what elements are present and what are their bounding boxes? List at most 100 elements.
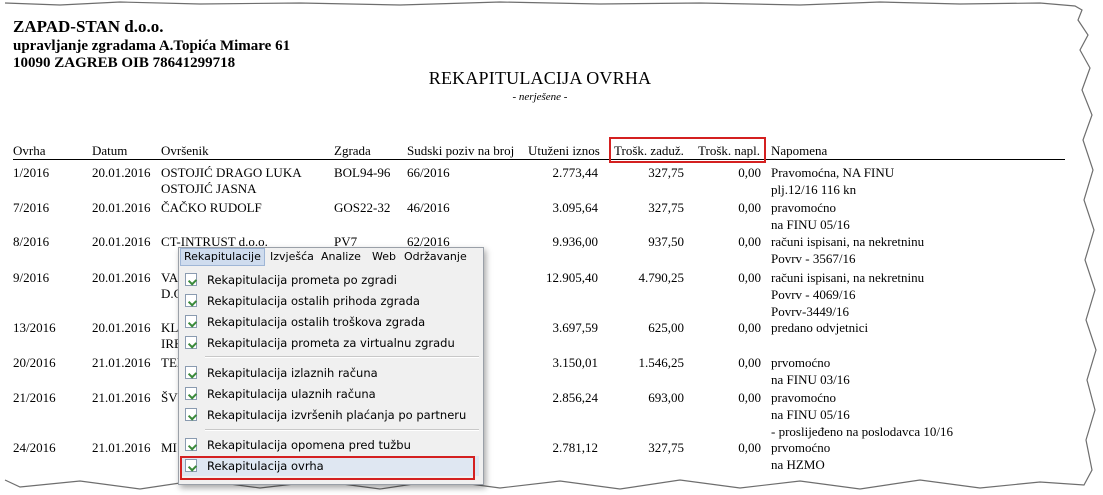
menu-item-group1-1[interactable]: Rekapitulacija ostalih prihoda zgrada xyxy=(181,291,479,311)
cell-datum: 21.01.2016 xyxy=(92,440,151,455)
cell-trosk-zaduz: 327,75 xyxy=(648,440,684,455)
col-sudski-poziv: Sudski poziv na broj xyxy=(407,143,515,158)
menu-item-group1-0[interactable]: Rekapitulacija prometa po zgradi xyxy=(181,270,479,290)
cell-datum: 20.01.2016 xyxy=(92,320,151,335)
cell-iznos: 12.905,40 xyxy=(546,270,598,285)
document-check-icon xyxy=(185,315,197,328)
menu-odrzavanje[interactable]: Održavanje xyxy=(401,249,470,265)
document-check-icon xyxy=(185,408,197,421)
menu-item-label: Rekapitulacija ostalih troškova zgrada xyxy=(207,315,426,329)
cell-ovrsenik: KL xyxy=(161,320,179,335)
cell-trosk-napl: 0,00 xyxy=(738,390,761,405)
cell-napomena: - proslijeđeno na poslodavca 10/16 xyxy=(771,424,953,439)
cell-ovrha: 20/2016 xyxy=(13,355,56,370)
cell-ovrsenik: VA xyxy=(161,270,179,285)
menu-item-group1-3[interactable]: Rekapitulacija prometa za virtualnu zgra… xyxy=(181,333,479,353)
cell-ovrsenik: OSTOJIĆ DRAGO LUKA xyxy=(161,165,302,180)
header-rule xyxy=(13,159,1065,160)
cell-trosk-napl: 0,00 xyxy=(738,320,761,335)
cell-napomena: Povrv-3449/16 xyxy=(771,304,849,319)
cell-datum: 20.01.2016 xyxy=(92,234,151,249)
cell-datum: 20.01.2016 xyxy=(92,270,151,285)
cell-trosk-zaduz: 625,00 xyxy=(648,320,684,335)
report-subtitle: - nerješene - xyxy=(512,91,568,103)
col-ovrsenik: Ovršenik xyxy=(161,143,209,158)
cell-napomena: računi ispisani, na nekretninu xyxy=(771,270,925,285)
cell-iznos: 3.095,64 xyxy=(552,200,599,215)
cell-zgrada: BOL94-96 xyxy=(334,165,391,180)
cell-ovrha: 24/2016 xyxy=(13,440,56,455)
menu-item-group2-0[interactable]: Rekapitulacija izlaznih računa xyxy=(181,363,479,383)
menu-item-group3-0[interactable]: Rekapitulacija opomena pred tužbu xyxy=(181,435,479,455)
col-ovrha: Ovrha xyxy=(13,143,46,158)
cell-datum: 20.01.2016 xyxy=(92,200,151,215)
cell-trosk-napl: 0,00 xyxy=(738,270,761,285)
cell-napomena: na FINU 05/16 xyxy=(771,217,850,232)
menu-item-label: Rekapitulacija opomena pred tužbu xyxy=(207,438,411,452)
cell-napomena: Povrv - 3567/16 xyxy=(771,251,856,266)
cell-napomena: računi ispisani, na nekretninu xyxy=(771,234,925,249)
cell-iznos: 2.773,44 xyxy=(552,165,599,180)
cell-poziv: 66/2016 xyxy=(407,165,450,180)
cell-iznos: 3.697,59 xyxy=(552,320,599,335)
menu-item-label: Rekapitulacija izvršenih plaćanja po par… xyxy=(207,408,467,422)
cell-trosk-napl: 0,00 xyxy=(738,234,761,249)
document-check-icon xyxy=(185,438,197,451)
menu-item-label: Rekapitulacija prometa po zgradi xyxy=(207,273,397,287)
col-zgrada: Zgrada xyxy=(334,143,371,158)
cell-trosk-napl: 0,00 xyxy=(738,200,761,215)
cell-ovrsenik: MI xyxy=(161,440,177,455)
cell-trosk-zaduz: 4.790,25 xyxy=(638,270,685,285)
cell-datum: 21.01.2016 xyxy=(92,390,151,405)
cell-iznos: 2.856,24 xyxy=(552,390,599,405)
cell-trosk-napl: 0,00 xyxy=(738,440,761,455)
cell-zgrada: GOS22-32 xyxy=(334,200,391,215)
document-check-icon xyxy=(185,366,197,379)
cell-trosk-zaduz: 327,75 xyxy=(648,165,684,180)
menu-item-label: Rekapitulacija izlaznih računa xyxy=(207,366,378,380)
menu-item-group2-1[interactable]: Rekapitulacija ulaznih računa xyxy=(181,384,479,404)
menu-analize[interactable]: Analize xyxy=(318,249,364,265)
cell-iznos: 2.781,12 xyxy=(552,440,599,455)
menu-separator xyxy=(205,356,479,358)
menu-item-group2-2[interactable]: Rekapitulacija izvršenih plaćanja po par… xyxy=(181,405,479,425)
cell-ovrha: 7/2016 xyxy=(13,200,50,215)
cell-napomena: prvomoćno xyxy=(771,440,831,455)
document-check-icon xyxy=(185,336,197,349)
cell-napomena: na FINU 05/16 xyxy=(771,407,850,422)
cell-trosk-zaduz: 1.546,25 xyxy=(638,355,685,370)
menu-rekapitulacije[interactable]: Rekapitulacije xyxy=(180,248,265,266)
cell-napomena: Povrv - 4069/16 xyxy=(771,287,856,302)
cell-ovrha: 21/2016 xyxy=(13,390,56,405)
cell-trosk-zaduz: 937,50 xyxy=(648,234,684,249)
cell-napomena: na FINU 03/16 xyxy=(771,372,850,387)
menu-item-label: Rekapitulacija ostalih prihoda zgrada xyxy=(207,294,420,308)
cell-napomena: prvomoćno xyxy=(771,355,831,370)
document-check-icon xyxy=(185,294,197,307)
company-address: upravljanje zgradama A.Topića Mimare 61 xyxy=(13,38,291,54)
menu-bar: Rekapitulacije Izvješća Analize Web Održ… xyxy=(179,248,483,266)
cell-ovrsenik: ČAČKO RUDOLF xyxy=(161,200,262,215)
menu-item-highlight-box xyxy=(180,456,475,480)
col-utuzeni-iznos: Utuženi iznos xyxy=(528,143,600,158)
document-check-icon xyxy=(185,273,197,286)
cell-ovrha: 8/2016 xyxy=(13,234,50,249)
col-napomena: Napomena xyxy=(771,143,828,158)
cell-napomena: predano odvjetnici xyxy=(771,320,869,335)
document-check-icon xyxy=(185,387,197,400)
menu-separator xyxy=(205,429,479,431)
cell-trosk-zaduz: 693,00 xyxy=(648,390,684,405)
cell-datum: 20.01.2016 xyxy=(92,165,151,180)
cell-ovrsenik: OSTOJIĆ JASNA xyxy=(161,181,257,196)
dropdown-menu: Rekapitulacije Izvješća Analize Web Održ… xyxy=(178,247,484,485)
menu-web[interactable]: Web xyxy=(369,249,399,265)
cell-ovrha: 9/2016 xyxy=(13,270,50,285)
cell-iznos: 9.936,00 xyxy=(552,234,599,249)
cell-napomena: na HZMO xyxy=(771,457,825,472)
menu-item-group1-2[interactable]: Rekapitulacija ostalih troškova zgrada xyxy=(181,312,479,332)
col-datum: Datum xyxy=(92,143,128,158)
cell-trosk-zaduz: 327,75 xyxy=(648,200,684,215)
cell-iznos: 3.150,01 xyxy=(552,355,599,370)
cell-trosk-napl: 0,00 xyxy=(738,165,761,180)
menu-izvjesca[interactable]: Izvješća xyxy=(267,249,317,265)
